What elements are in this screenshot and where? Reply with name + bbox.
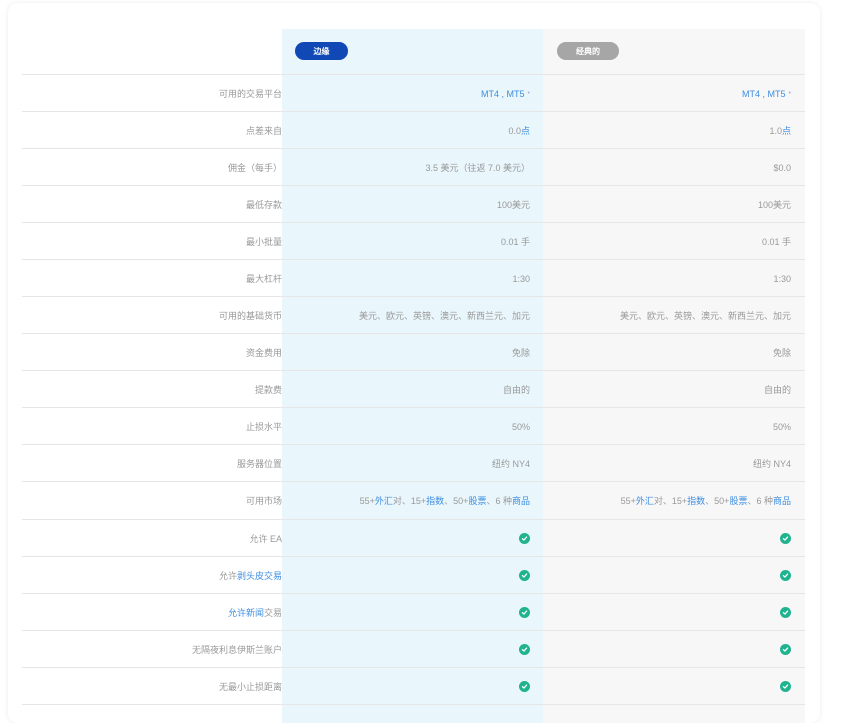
table-row-news-trading: 允许新闻 交易 [22, 593, 805, 631]
edge-value [282, 668, 530, 705]
table-row-withdrawal-fee: 提款费 自由的 自由的 [22, 370, 805, 408]
info-dot-icon: • [527, 90, 530, 97]
edge-value [282, 557, 530, 594]
edge-value [282, 594, 530, 631]
classic-value: 免除 [772, 348, 791, 358]
points-link[interactable]: 点 [521, 124, 530, 137]
edge-value: 免除 [511, 348, 530, 358]
comparison-card: 边缘 经典的 可用的交易平台 MT4 , MT5 • MT4 , MT5 • 点差来… [8, 3, 820, 723]
table-row-markets: 可用市场 55+ 外汇 对、15+ 指数 、50+ 股票 、6 种商品 55+ 外汇 对、15+… [22, 481, 805, 519]
indices-link[interactable]: 指数 [687, 494, 705, 507]
scalping-link[interactable]: 剥头皮交易 [237, 569, 282, 582]
row-label: 点差来自 [245, 126, 282, 136]
table-row-platforms: 可用的交易平台 MT4 , MT5 • MT4 , MT5 • [22, 74, 805, 112]
row-label: 可用市场 [245, 496, 282, 506]
table-row-min-lot: 最小批量 0.01 手 0.01 手 [22, 222, 805, 260]
classic-value: 美元、欧元、英镑、澳元、新西兰元、加元 [619, 311, 791, 321]
check-circle-icon [780, 570, 791, 581]
row-label: 无最小止损距离 [218, 682, 282, 692]
row-label: 允许 EA [249, 534, 282, 544]
row-label: 可用的交易平台 [218, 89, 282, 99]
edge-value: 1:30 [512, 273, 530, 284]
table-row-commission: 佣金（每手） 3.5 美元（往返 7.0 美元） $0.0 [22, 148, 805, 186]
classic-account-badge[interactable]: 经典的 [557, 42, 619, 60]
classic-value: 自由的 [763, 385, 791, 395]
check-circle-icon [519, 681, 530, 692]
edge-value: 3.5 美元（往返 7.0 美元） [425, 163, 530, 173]
edge-value: 纽约 NY4 [491, 459, 530, 469]
news-trading-link[interactable]: 允许新闻 [228, 606, 264, 619]
check-circle-icon [780, 533, 791, 544]
classic-value [543, 520, 791, 557]
edge-account-badge[interactable]: 边缘 [295, 42, 348, 60]
edge-value [282, 631, 530, 668]
row-label: 提款费 [254, 385, 282, 395]
row-label: 最大杠杆 [245, 274, 282, 284]
row-label: 最低存款 [245, 200, 282, 210]
edge-value[interactable]: MT4 , MT5 • [282, 75, 530, 112]
header-row: 边缘 经典的 [8, 29, 820, 74]
classic-value: 50% [772, 421, 791, 432]
table-row-base-currencies: 可用的基础货币 美元、欧元、英镑、澳元、新西兰元、加元 美元、欧元、英镑、澳元、… [22, 296, 805, 334]
check-circle-icon [519, 533, 530, 544]
row-label: 允许 剥头皮交易 [218, 569, 282, 582]
check-circle-icon [519, 570, 530, 581]
table-row-max-leverage: 最大杠杆 1:30 1:30 [22, 259, 805, 297]
forex-link[interactable]: 外汇 [636, 494, 654, 507]
check-circle-icon [780, 607, 791, 618]
indices-link[interactable]: 指数 [426, 494, 444, 507]
points-link[interactable]: 点 [782, 124, 791, 137]
classic-value: 100美元 [757, 200, 791, 210]
classic-value: 纽约 NY4 [752, 459, 791, 469]
shares-link[interactable]: 股票 [729, 494, 747, 507]
row-label: 佣金（每手） [227, 163, 282, 173]
commodities-link[interactable]: 商品 [512, 494, 530, 507]
edge-value: 50% [511, 421, 530, 432]
table-row-no-min-stop: 无最小止损距离 [22, 667, 805, 705]
classic-value [543, 668, 791, 705]
edge-value: 0.0 点 [508, 124, 530, 137]
classic-value: 55+ 外汇 对、15+ 指数 、50+ 股票 、6 种商品 [620, 494, 791, 507]
edge-value: 55+ 外汇 对、15+ 指数 、50+ 股票 、6 种商品 [359, 494, 530, 507]
row-label: 最小批量 [245, 237, 282, 247]
table-row-spreads: 点差来自 0.0 点 1.0 点 [22, 111, 805, 149]
forex-link[interactable]: 外汇 [375, 494, 393, 507]
classic-value: $0.0 [773, 162, 791, 173]
check-circle-icon [780, 681, 791, 692]
classic-value: 0.01 手 [761, 237, 791, 247]
row-label: 服务器位置 [236, 459, 282, 469]
commodities-link[interactable]: 商品 [773, 494, 791, 507]
table-row-islamic-account: 无隔夜利息伊斯兰账户 [22, 630, 805, 668]
check-circle-icon [780, 644, 791, 655]
edge-value: 美元、欧元、英镑、澳元、新西兰元、加元 [358, 311, 530, 321]
shares-link[interactable]: 股票 [468, 494, 486, 507]
table-row-next [22, 704, 805, 717]
info-dot-icon: • [788, 90, 791, 97]
check-circle-icon [519, 644, 530, 655]
table-row-min-deposit: 最低存款 100美元 100美元 [22, 185, 805, 223]
check-circle-icon [519, 607, 530, 618]
edge-value: 0.01 手 [500, 237, 530, 247]
table-row-server-location: 服务器位置 纽约 NY4 纽约 NY4 [22, 444, 805, 482]
row-label: 允许新闻 交易 [227, 606, 282, 619]
classic-value [543, 594, 791, 631]
row-label: 无隔夜利息伊斯兰账户 [191, 645, 282, 655]
row-label: 止损水平 [245, 422, 282, 432]
edge-value [282, 520, 530, 557]
row-label: 资金费用 [245, 348, 282, 358]
classic-value: 1:30 [773, 273, 791, 284]
table-row-funding-fee: 资金费用 免除 免除 [22, 333, 805, 371]
classic-value[interactable]: MT4 , MT5 • [543, 75, 791, 112]
classic-value [543, 557, 791, 594]
edge-value: 100美元 [496, 200, 530, 210]
classic-value: 1.0 点 [769, 124, 791, 137]
table-row-scalping: 允许 剥头皮交易 [22, 556, 805, 594]
table-row-ea: 允许 EA [22, 519, 805, 557]
table-row-stop-out: 止损水平 50% 50% [22, 407, 805, 445]
classic-value [543, 631, 791, 668]
row-label: 可用的基础货币 [218, 311, 282, 321]
edge-value: 自由的 [502, 385, 530, 395]
